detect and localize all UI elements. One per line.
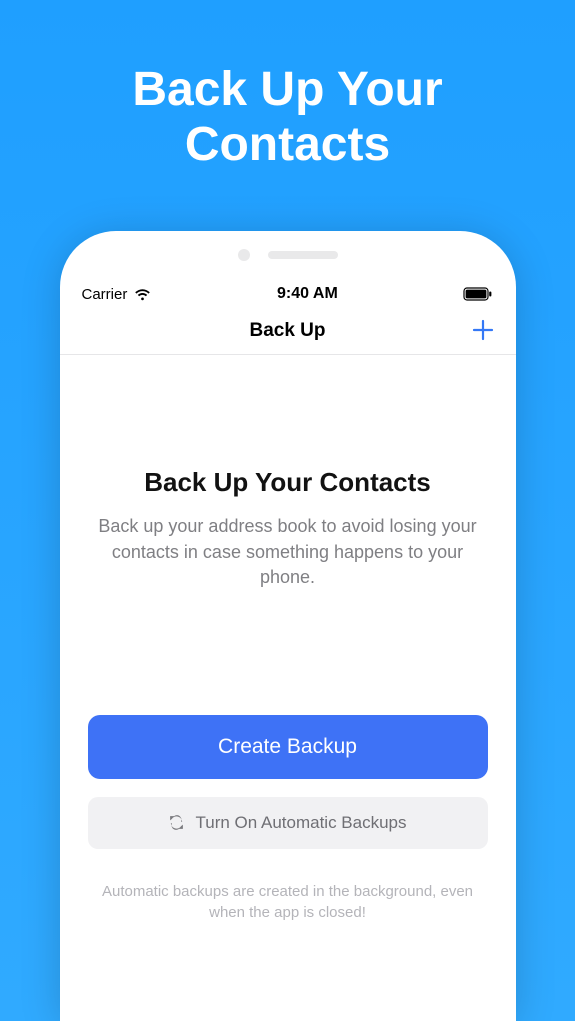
carrier-label: Carrier bbox=[82, 286, 128, 303]
page-heading: Back Up Your Contacts bbox=[88, 467, 488, 498]
secondary-btn-label: Turn On Automatic Backups bbox=[195, 813, 406, 833]
create-backup-button[interactable]: Create Backup bbox=[88, 715, 488, 779]
promo-title: Back Up Your Contacts bbox=[0, 0, 575, 172]
footer-note: Automatic backups are created in the bac… bbox=[88, 881, 488, 923]
status-left: Carrier bbox=[82, 286, 152, 303]
status-bar: Carrier 9:40 AM bbox=[60, 279, 516, 307]
clock-label: 9:40 AM bbox=[277, 285, 338, 303]
refresh-icon bbox=[168, 814, 185, 831]
battery-icon bbox=[463, 287, 493, 301]
nav-bar: Back Up bbox=[60, 307, 516, 355]
speaker-slot bbox=[268, 251, 338, 259]
add-button[interactable] bbox=[468, 315, 498, 347]
plus-icon bbox=[471, 318, 495, 342]
phone-frame: Carrier 9:40 AM Back Up Back Up Your Con… bbox=[60, 231, 516, 1021]
wifi-icon bbox=[134, 288, 151, 301]
nav-title: Back Up bbox=[249, 320, 325, 342]
page-subheading: Back up your address book to avoid losin… bbox=[88, 514, 488, 591]
content-area: Back Up Your Contacts Back up your addre… bbox=[60, 467, 516, 923]
automatic-backups-button[interactable]: Turn On Automatic Backups bbox=[88, 797, 488, 849]
primary-btn-label: Create Backup bbox=[218, 735, 357, 759]
camera-dot bbox=[238, 249, 250, 261]
phone-hardware bbox=[60, 231, 516, 279]
